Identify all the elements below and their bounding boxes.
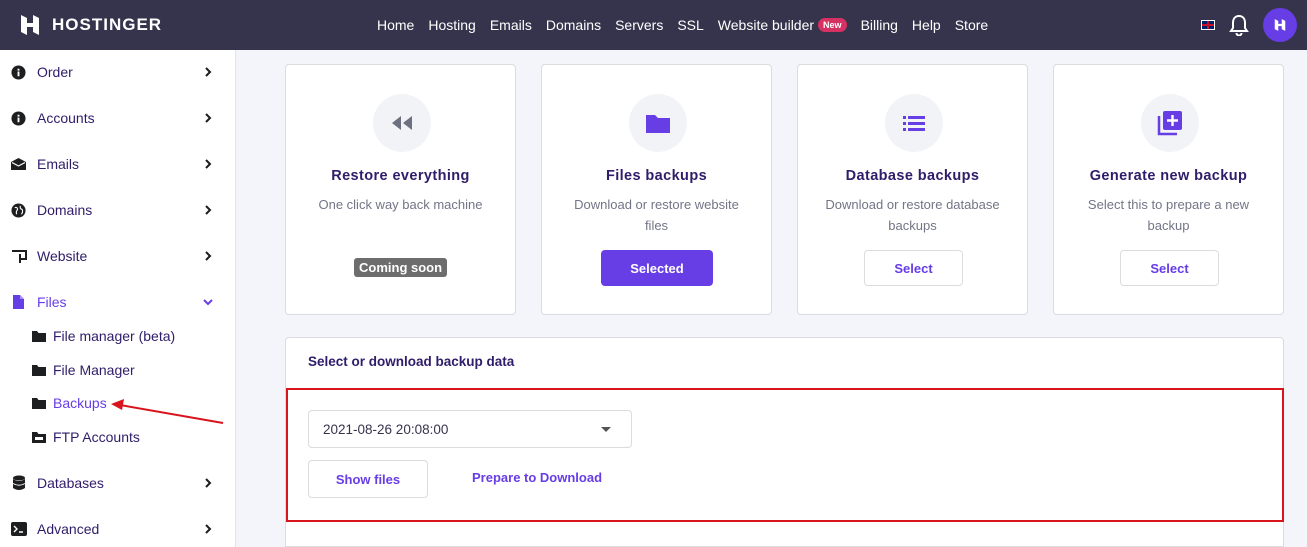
sidebar-item-order[interactable]: Order (0, 54, 235, 90)
sidebar-subitem-ftp-accounts[interactable]: FTP Accounts (32, 425, 140, 449)
database-icon (10, 475, 27, 492)
brand-name: HOSTINGER (52, 15, 163, 34)
nav-website-builder[interactable]: Website builder New (718, 17, 847, 33)
card-title: Database backups (845, 168, 980, 184)
sidebar-item-files[interactable]: Files (0, 284, 235, 320)
card-files-backups[interactable]: Files backups Download or restore websit… (541, 64, 772, 315)
sidebar-subitem-file-manager-beta[interactable]: File manager (beta) (32, 324, 175, 348)
card-database-backups[interactable]: Database backups Download or restore dat… (797, 64, 1028, 315)
sidebar-subitem-label: Backups (53, 395, 107, 411)
top-navigation-bar: HOSTINGER Home Hosting Emails Domains Se… (0, 0, 1307, 50)
uk-flag-icon[interactable] (1201, 20, 1215, 30)
card-description: Select this to prepare a new backup (1087, 197, 1250, 233)
coming-soon-badge: Coming soon (354, 258, 448, 277)
card-restore-everything: Restore everything One click way back ma… (285, 64, 516, 315)
nav-domains[interactable]: Domains (546, 17, 601, 33)
envelope-icon (10, 156, 27, 173)
folder-icon (32, 398, 46, 409)
hostinger-logo[interactable]: HOSTINGER (18, 13, 162, 37)
rewind-icon (392, 116, 412, 130)
red-arrow-annotation (111, 399, 224, 424)
sidebar-item-accounts[interactable]: Accounts (0, 100, 235, 136)
sidebar-item-label: Order (37, 64, 73, 80)
new-badge: New (818, 18, 847, 32)
card-description: Download or restore database backups (825, 197, 1000, 233)
nav-ssl[interactable]: SSL (677, 17, 703, 33)
generate-backup-select-button[interactable]: Select (1120, 250, 1219, 286)
hostinger-avatar-icon (1274, 19, 1286, 31)
card-title: Files backups (605, 168, 708, 184)
hostinger-logo-icon (21, 15, 39, 35)
sidebar-item-label: Accounts (37, 110, 95, 126)
nav-hosting[interactable]: Hosting (428, 17, 475, 33)
card-description: Download or restore website files (574, 197, 739, 233)
file-icon (10, 294, 27, 311)
sidebar-item-emails[interactable]: Emails (0, 146, 235, 182)
chevron-right-icon (205, 113, 212, 123)
folder-icon (32, 331, 46, 342)
sidebar-item-label: Files (37, 294, 67, 310)
sidebar-item-domains[interactable]: Domains (0, 192, 235, 228)
chevron-right-icon (205, 478, 212, 488)
sidebar-subitem-label: FTP Accounts (53, 429, 140, 445)
info-icon (10, 110, 27, 127)
sidebar-item-advanced[interactable]: Advanced (0, 511, 235, 547)
prepare-to-download-link[interactable]: Prepare to Download (472, 470, 602, 485)
nav-help[interactable]: Help (912, 17, 941, 33)
card-generate-new-backup[interactable]: Generate new backup Select this to prepa… (1053, 64, 1284, 315)
nav-store[interactable]: Store (955, 17, 988, 33)
sidebar-subitem-label: File manager (beta) (53, 328, 176, 344)
card-description: One click way back machine (318, 197, 483, 212)
backup-date-select[interactable]: 2021-08-26 20:08:00 (308, 410, 632, 448)
terminal-icon (10, 521, 27, 538)
info-icon (10, 64, 27, 81)
sidebar-item-databases[interactable]: Databases (0, 465, 235, 501)
sidebar-item-label: Domains (37, 202, 93, 218)
account-avatar[interactable] (1263, 8, 1297, 42)
card-title: Restore everything (331, 168, 470, 184)
chevron-right-icon (205, 251, 212, 261)
card-icon-circle (885, 94, 943, 152)
show-files-button[interactable]: Show files (308, 460, 428, 498)
sidebar-item-label: Emails (37, 156, 80, 172)
files-backups-selected-button[interactable]: Selected (601, 250, 713, 286)
red-highlight-box (286, 388, 1284, 522)
sidebar-item-label: Advanced (37, 521, 100, 537)
sidebar-subitem-file-manager[interactable]: File Manager (32, 358, 135, 382)
sidebar-item-label: Website (37, 248, 88, 264)
nav-right-group (1201, 0, 1297, 50)
folder-icon (646, 114, 670, 133)
sidebar-item-website[interactable]: Website (0, 238, 235, 274)
sidebar-subitem-backups[interactable]: Backups (32, 391, 107, 415)
globe-icon (10, 202, 27, 219)
browser-window-icon (10, 248, 27, 265)
card-title: Generate new backup (1089, 168, 1248, 184)
nav-home[interactable]: Home (377, 17, 414, 33)
folder-icon (32, 365, 46, 376)
ftp-folder-icon (32, 432, 46, 443)
list-icon (903, 116, 925, 131)
nav-billing[interactable]: Billing (861, 17, 898, 33)
nav-emails[interactable]: Emails (490, 17, 532, 33)
chevron-right-icon (205, 67, 212, 77)
chevron-down-icon (203, 299, 213, 306)
caret-down-icon (601, 427, 611, 432)
card-icon-circle (1141, 94, 1199, 152)
chevron-right-icon (205, 524, 212, 534)
card-icon-circle (629, 94, 687, 152)
sidebar-item-label: Databases (37, 475, 104, 491)
main-nav: Home Hosting Emails Domains Servers SSL … (377, 0, 988, 50)
panel-title: Select or download backup data (308, 354, 515, 369)
add-library-icon (1157, 111, 1182, 136)
bell-icon[interactable] (1229, 14, 1249, 36)
chevron-right-icon (205, 205, 212, 215)
backup-date-value: 2021-08-26 20:08:00 (323, 421, 449, 437)
card-icon-circle (373, 94, 431, 152)
database-backups-select-button[interactable]: Select (864, 250, 963, 286)
chevron-right-icon (205, 159, 212, 169)
nav-servers[interactable]: Servers (615, 17, 663, 33)
nav-website-builder-label: Website builder (717, 17, 815, 33)
sidebar-subitem-label: File Manager (53, 362, 135, 378)
